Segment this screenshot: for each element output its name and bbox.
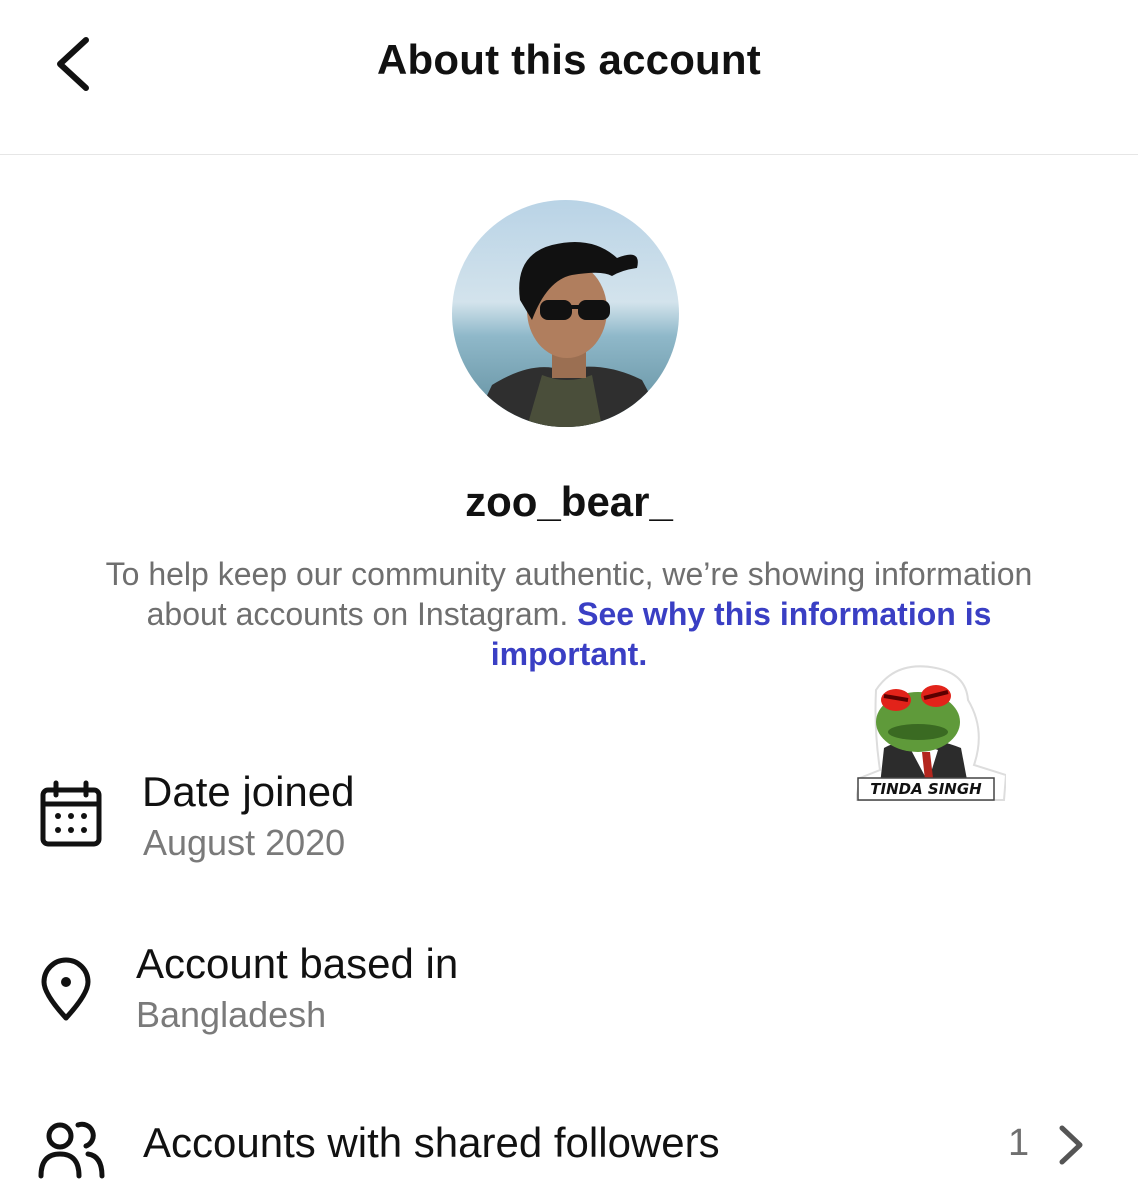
- chevron-right-icon: [1059, 1125, 1083, 1165]
- based-in-row: Account based in Bangladesh: [0, 934, 1138, 1044]
- calendar-icon: [40, 780, 102, 847]
- shared-followers-label: Accounts with shared followers: [143, 1119, 720, 1166]
- avatar: [452, 200, 679, 427]
- shared-followers-count: 1: [1008, 1122, 1030, 1164]
- date-joined-value: August 2020: [143, 822, 346, 863]
- people-icon: [38, 1121, 105, 1179]
- info-description: To help keep our community authentic, we…: [100, 554, 1038, 674]
- page-title: About this account: [377, 36, 761, 83]
- date-joined-label: Date joined: [142, 768, 355, 815]
- date-joined-row: Date joined August 2020: [0, 760, 1138, 870]
- based-in-label: Account based in: [136, 940, 459, 987]
- location-pin-icon: [41, 957, 91, 1021]
- username: zoo_bear_: [465, 478, 673, 525]
- based-in-value: Bangladesh: [136, 994, 327, 1035]
- header-bar: About this account: [0, 0, 1138, 155]
- shared-followers-row[interactable]: Accounts with shared followers 1: [0, 1110, 1138, 1200]
